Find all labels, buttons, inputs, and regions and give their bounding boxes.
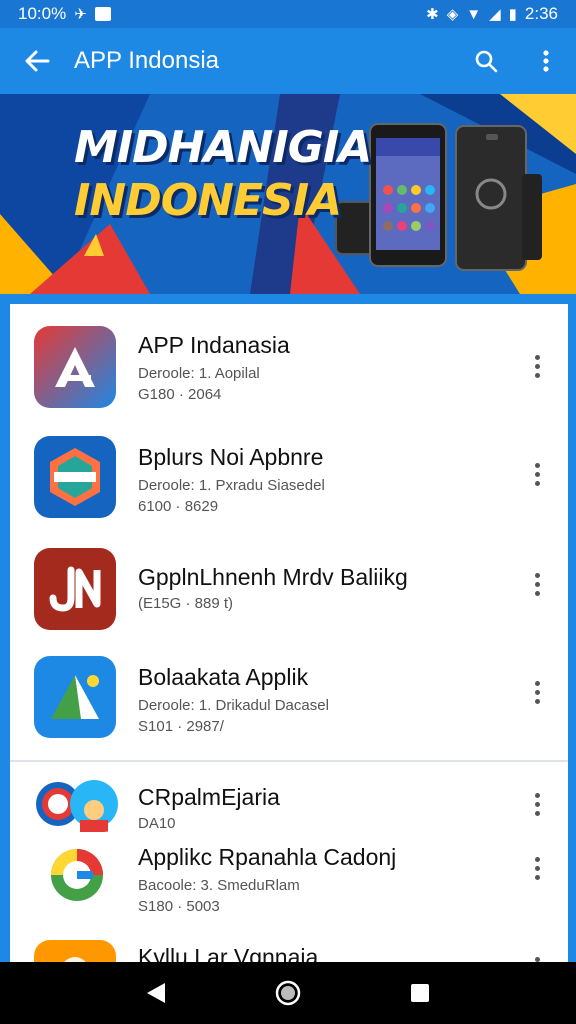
vibrate-icon: ◈ <box>446 5 459 23</box>
search-icon <box>475 50 498 73</box>
wifi-icon: ▼ <box>466 5 482 23</box>
app-subtitle: Bacoole: 3. SmeduRlam <box>138 877 300 894</box>
app-name: GpplnLhnenh Mrdv Baliikg <box>138 564 408 590</box>
status-bar: 10:0% ✈ ✱ ◈ ▼ ◢ ▮ 2:36 <box>0 0 576 28</box>
app-texts: Bolaakata Applik Deroole: 1. Drikadul Da… <box>138 664 329 735</box>
system-nav-bar <box>0 962 576 1024</box>
app-subtitle: Deroole: 1. Pxradu Siasedel <box>138 477 325 494</box>
more-vert-icon <box>543 50 549 72</box>
more-vert-icon <box>534 680 540 704</box>
app-name: APP Indanasia <box>138 332 290 358</box>
more-vert-icon <box>534 572 540 596</box>
more-vert-icon <box>534 856 540 880</box>
notification-icon: ✈ <box>74 5 87 23</box>
app-texts: APP Indanasia Deroole: 1. Aopilal G180 ·… <box>138 332 290 403</box>
list-item[interactable]: GpplnLhnenh Mrdv Baliikg (E15G · 889 t) <box>10 540 568 646</box>
list-item[interactable]: Applikc Rpanahla Cadonj Bacoole: 3. Smed… <box>10 838 568 928</box>
signal-icon: ◢ <box>489 5 501 23</box>
avatar-group-icon <box>34 776 120 832</box>
triangle-back-icon <box>147 983 165 1003</box>
section-divider <box>10 760 568 762</box>
app-list: APP Indanasia Deroole: 1. Aopilal G180 ·… <box>10 304 568 962</box>
status-right: ✱ ◈ ▼ ◢ ▮ 2:36 <box>426 4 558 24</box>
bluetooth-icon: ✱ <box>426 5 439 23</box>
nav-back-button[interactable] <box>126 962 186 1024</box>
app-bar: APP Indonsia <box>0 28 576 94</box>
more-options-button[interactable] <box>522 454 552 494</box>
list-item[interactable]: Bplurs Noi Apbnre Deroole: 1. Pxradu Sia… <box>10 428 568 534</box>
app-name: Kyllu Lar Vgnnaia <box>138 944 319 962</box>
circle-home-icon <box>275 980 301 1006</box>
more-vert-icon <box>534 462 540 486</box>
battery-icon: ▮ <box>508 5 517 23</box>
app-name: CRpalmEjaria <box>138 784 280 810</box>
app-meta: DA10 <box>138 815 176 832</box>
mail-icon <box>94 7 111 21</box>
app-texts: GpplnLhnenh Mrdv Baliikg (E15G · 889 t) <box>138 564 408 612</box>
nav-recents-button[interactable] <box>390 962 450 1024</box>
app-texts: Applikc Rpanahla Cadonj Bacoole: 3. Smed… <box>138 844 396 915</box>
app-name: Bplurs Noi Apbnre <box>138 444 324 470</box>
back-button[interactable] <box>0 28 74 94</box>
more-options-button[interactable] <box>522 948 552 962</box>
app-subtitle: Deroole: 1. Drikadul Dacasel <box>138 697 329 714</box>
app-meta: (E15G · 889 t) <box>138 595 234 612</box>
search-button[interactable] <box>456 28 516 94</box>
app-meta: S101 · 2987/ <box>138 718 224 735</box>
app-name: Bolaakata Applik <box>138 664 309 690</box>
list-item[interactable]: Kyllu Lar Vgnnaia <box>10 934 568 962</box>
more-options-button[interactable] <box>522 564 552 604</box>
banner-line-2: INDONESIA <box>74 175 342 226</box>
letter-jn-icon <box>34 548 116 630</box>
app-texts: CRpalmEjaria DA10 <box>138 784 280 832</box>
list-item[interactable]: CRpalmEjaria DA10 <box>10 770 568 840</box>
list-item[interactable]: Bolaakata Applik Deroole: 1. Drikadul Da… <box>10 650 568 756</box>
app-meta: S180 · 5003 <box>138 898 220 915</box>
app-name: Applikc Rpanahla Cadonj <box>138 844 397 870</box>
hexagon-logo-icon <box>34 436 116 518</box>
list-item[interactable]: APP Indanasia Deroole: 1. Aopilal G180 ·… <box>10 318 568 424</box>
more-options-button[interactable] <box>522 784 552 824</box>
nav-home-button[interactable] <box>258 962 318 1024</box>
app-meta: 6100 · 8629 <box>138 498 219 515</box>
triangle-a-icon <box>34 656 116 738</box>
overflow-menu-button[interactable] <box>516 28 576 94</box>
more-vert-icon <box>534 354 540 378</box>
page-title: APP Indonsia <box>74 47 219 74</box>
app-subtitle: Deroole: 1. Aopilal <box>138 365 260 382</box>
more-vert-icon <box>534 792 540 816</box>
app-meta: G180 · 2064 <box>138 386 222 403</box>
more-options-button[interactable] <box>522 672 552 712</box>
status-time-right: 2:36 <box>524 4 558 23</box>
letter-a-icon <box>34 326 116 408</box>
letter-g-icon <box>44 842 110 908</box>
more-options-button[interactable] <box>522 346 552 386</box>
app-texts: Kyllu Lar Vgnnaia <box>138 944 318 962</box>
orange-app-icon <box>34 940 116 962</box>
app-texts: Bplurs Noi Apbnre Deroole: 1. Pxradu Sia… <box>138 444 325 515</box>
status-left: 10:0% ✈ <box>18 4 111 24</box>
promo-banner[interactable]: MIDHANIGIA INDONESIA <box>0 94 576 294</box>
arrow-left-icon <box>25 50 50 72</box>
banner-headline: MIDHANIGIA INDONESIA <box>74 122 372 226</box>
banner-line-1: MIDHANIGIA <box>74 122 372 173</box>
status-time-left: 10:0% <box>18 4 67 23</box>
more-options-button[interactable] <box>522 848 552 888</box>
square-recents-icon <box>411 984 429 1002</box>
